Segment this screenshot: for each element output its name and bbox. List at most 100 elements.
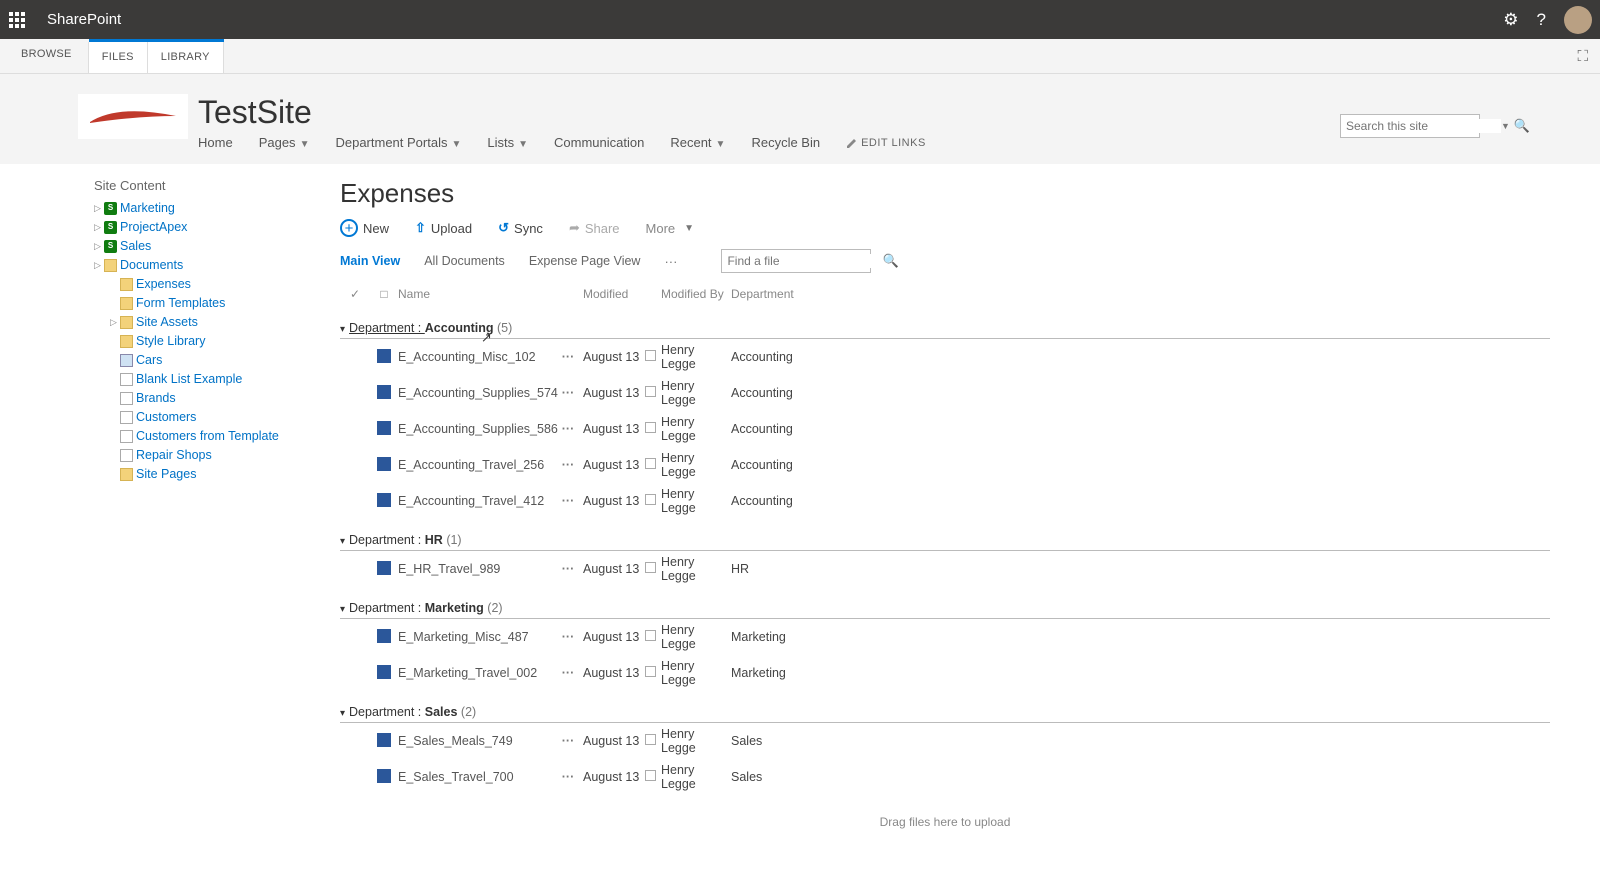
tree-item-site-assets[interactable]: ▷Site Assets — [94, 313, 340, 331]
share-button[interactable]: ➦Share — [569, 220, 620, 236]
upload-button[interactable]: ⇧Upload — [415, 220, 472, 236]
row-checkbox[interactable] — [645, 386, 656, 397]
find-file-input[interactable] — [727, 254, 882, 268]
help-icon[interactable]: ? — [1537, 10, 1546, 30]
group-header-marketing[interactable]: ▾Department : Marketing (2) — [340, 597, 1550, 619]
file-name-link[interactable]: E_Sales_Travel_700 — [398, 770, 514, 784]
row-checkbox[interactable] — [645, 422, 656, 433]
file-name-link[interactable]: E_Accounting_Misc_102 — [398, 350, 536, 364]
tree-item-style-library[interactable]: Style Library — [94, 332, 340, 350]
file-row[interactable]: E_HR_Travel_989···August 13Henry LeggeHR — [340, 551, 1550, 587]
nav-department-portals[interactable]: Department Portals — [335, 135, 447, 150]
row-checkbox[interactable] — [645, 494, 656, 505]
nav-pages[interactable]: Pages — [259, 135, 296, 150]
ribbon-tab-library[interactable]: LIBRARY — [147, 42, 224, 73]
file-row[interactable]: E_Marketing_Misc_487···August 13Henry Le… — [340, 619, 1550, 655]
file-name-link[interactable]: E_Accounting_Travel_412 — [398, 494, 544, 508]
file-row[interactable]: E_Marketing_Travel_002···August 13Henry … — [340, 655, 1550, 691]
item-menu-icon[interactable]: ··· — [553, 350, 583, 364]
search-box[interactable]: ▼ 🔍 — [1340, 114, 1480, 138]
tree-item-marketing[interactable]: ▷Marketing — [94, 199, 340, 217]
col-modified-by[interactable]: Modified By — [661, 287, 731, 301]
avatar[interactable] — [1564, 6, 1592, 34]
nav-communication[interactable]: Communication — [554, 135, 644, 150]
tree-item-cars[interactable]: Cars — [94, 351, 340, 369]
tree-item-expenses[interactable]: Expenses — [94, 275, 340, 293]
file-name-link[interactable]: E_Accounting_Travel_256 — [398, 458, 544, 472]
tree-item-projectapex[interactable]: ▷ProjectApex — [94, 218, 340, 236]
chevron-down-icon[interactable]: ▼ — [1501, 121, 1510, 131]
select-all-check[interactable]: ✓ — [340, 287, 370, 301]
view-main[interactable]: Main View — [340, 254, 400, 268]
nav-lists[interactable]: Lists — [487, 135, 514, 150]
item-menu-icon[interactable]: ··· — [553, 458, 583, 472]
site-logo[interactable] — [78, 94, 188, 139]
file-row[interactable]: E_Accounting_Supplies_586···August 13Hen… — [340, 411, 1550, 447]
file-name-link[interactable]: E_Marketing_Travel_002 — [398, 666, 537, 680]
view-expense-page[interactable]: Expense Page View — [529, 254, 641, 268]
app-launcher-icon[interactable] — [8, 8, 31, 31]
search-icon[interactable]: 🔍 — [882, 253, 898, 269]
ribbon-tab-files[interactable]: FILES — [88, 42, 148, 73]
file-name-link[interactable]: E_Marketing_Misc_487 — [398, 630, 529, 644]
row-checkbox[interactable] — [645, 562, 656, 573]
row-checkbox[interactable] — [645, 458, 656, 469]
group-header-sales[interactable]: ▾Department : Sales (2) — [340, 701, 1550, 723]
row-checkbox[interactable] — [645, 350, 656, 361]
tree-item-customers-from-template[interactable]: Customers from Template — [94, 427, 340, 445]
nav-home[interactable]: Home — [198, 135, 233, 150]
file-row[interactable]: E_Sales_Travel_700···August 13Henry Legg… — [340, 759, 1550, 795]
tree-item-brands[interactable]: Brands — [94, 389, 340, 407]
more-views-icon[interactable]: ··· — [664, 254, 677, 269]
fullscreen-icon[interactable]: ⛶ — [1577, 48, 1588, 65]
item-menu-icon[interactable]: ··· — [553, 562, 583, 576]
find-file-box[interactable]: 🔍 — [721, 249, 871, 273]
file-row[interactable]: E_Accounting_Supplies_574···August 13Hen… — [340, 375, 1550, 411]
search-input[interactable] — [1346, 119, 1501, 133]
nav-recycle-bin[interactable]: Recycle Bin — [751, 135, 820, 150]
item-menu-icon[interactable]: ··· — [553, 422, 583, 436]
file-name-link[interactable]: E_Accounting_Supplies_586 — [398, 422, 558, 436]
item-menu-icon[interactable]: ··· — [553, 386, 583, 400]
file-name-link[interactable]: E_Accounting_Supplies_574 — [398, 386, 558, 400]
row-checkbox[interactable] — [645, 630, 656, 641]
col-name[interactable]: Name — [398, 287, 553, 301]
nav-recent[interactable]: Recent — [670, 135, 711, 150]
file-name-link[interactable]: E_Sales_Meals_749 — [398, 734, 513, 748]
file-row[interactable]: E_Accounting_Travel_412···August 13Henry… — [340, 483, 1550, 519]
group-header-hr[interactable]: ▾Department : HR (1) — [340, 529, 1550, 551]
file-row[interactable]: E_Accounting_Misc_102···August 13Henry L… — [340, 339, 1550, 375]
sync-button[interactable]: ↺Sync — [498, 220, 543, 236]
item-menu-icon[interactable]: ··· — [553, 494, 583, 508]
group-header-accounting[interactable]: ▾Department : Accounting (5) — [340, 317, 1550, 339]
chevron-down-icon[interactable]: ▼ — [300, 139, 310, 150]
item-menu-icon[interactable]: ··· — [553, 666, 583, 680]
row-checkbox[interactable] — [645, 666, 656, 677]
edit-links-button[interactable]: EDIT LINKS — [846, 137, 926, 149]
item-menu-icon[interactable]: ··· — [553, 630, 583, 644]
tree-item-blank-list-example[interactable]: Blank List Example — [94, 370, 340, 388]
tree-item-repair-shops[interactable]: Repair Shops — [94, 446, 340, 464]
more-button[interactable]: More▼ — [646, 221, 695, 236]
tree-item-form-templates[interactable]: Form Templates — [94, 294, 340, 312]
gear-icon[interactable]: ⚙ — [1503, 10, 1518, 30]
col-modified[interactable]: Modified — [583, 287, 645, 301]
new-button[interactable]: +New — [340, 219, 389, 237]
file-name-link[interactable]: E_HR_Travel_989 — [398, 562, 500, 576]
col-department[interactable]: Department — [731, 287, 821, 301]
ribbon-tab-browse[interactable]: BROWSE — [8, 39, 85, 73]
chevron-down-icon[interactable]: ▼ — [716, 139, 726, 150]
tree-item-site-pages[interactable]: Site Pages — [94, 465, 340, 483]
file-row[interactable]: E_Accounting_Travel_256···August 13Henry… — [340, 447, 1550, 483]
search-icon[interactable]: 🔍 — [1514, 118, 1530, 134]
tree-item-sales[interactable]: ▷Sales — [94, 237, 340, 255]
tree-item-documents[interactable]: ▷Documents — [94, 256, 340, 274]
chevron-down-icon[interactable]: ▼ — [518, 139, 528, 150]
row-checkbox[interactable] — [645, 734, 656, 745]
tree-item-customers[interactable]: Customers — [94, 408, 340, 426]
item-menu-icon[interactable]: ··· — [553, 770, 583, 784]
item-menu-icon[interactable]: ··· — [553, 734, 583, 748]
row-checkbox[interactable] — [645, 770, 656, 781]
file-row[interactable]: E_Sales_Meals_749···August 13Henry Legge… — [340, 723, 1550, 759]
chevron-down-icon[interactable]: ▼ — [451, 139, 461, 150]
